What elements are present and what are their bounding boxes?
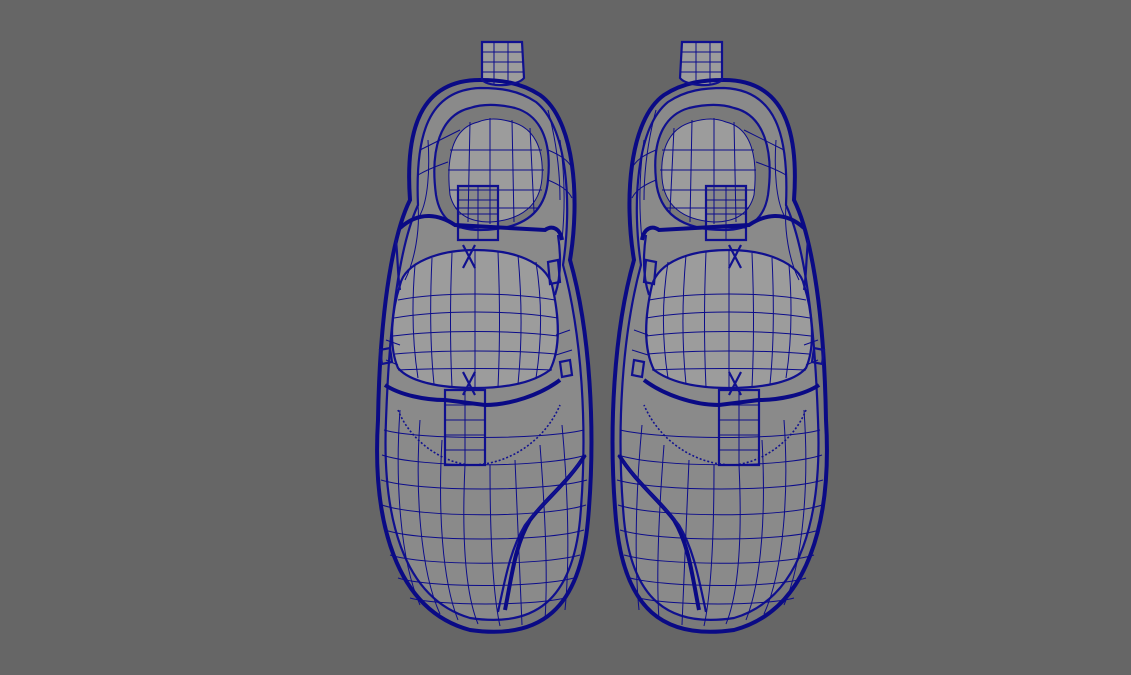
right-shoe-mesh[interactable] bbox=[610, 40, 829, 634]
left-shoe-mesh[interactable] bbox=[375, 40, 594, 634]
viewport-canvas[interactable] bbox=[0, 0, 1131, 675]
3d-viewport[interactable] bbox=[0, 0, 1131, 675]
